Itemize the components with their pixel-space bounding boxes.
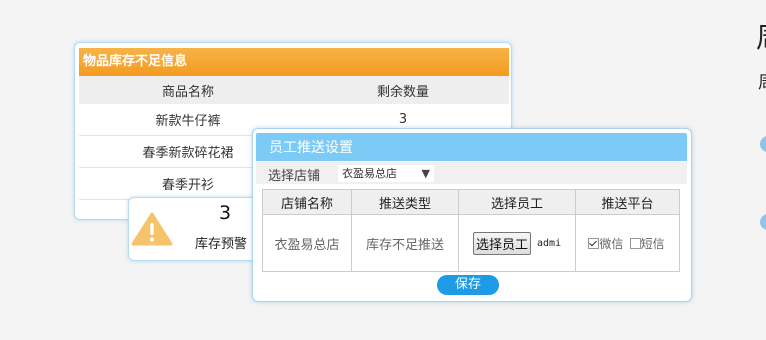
select-employee-cell: 选择员工 admi bbox=[458, 214, 576, 272]
edge-circle-icon bbox=[760, 214, 766, 230]
warning-triangle-icon bbox=[131, 212, 173, 246]
dropdown-arrow-icon: ▼ bbox=[421, 167, 430, 180]
table-row: 衣盈易总店 库存不足推送 选择员工 admi 微信 短信 bbox=[262, 214, 680, 272]
page: 周 周 物品库存不足信息 商品名称 剩余数量 新款牛仔裤 3 春季新款碎花裙 bbox=[0, 0, 766, 340]
table-header-row: 商品名称 剩余数量 bbox=[79, 76, 509, 104]
selected-employee-name: admi bbox=[537, 237, 562, 249]
store-filter-row: 选择店铺 衣盈易总店 ▼ bbox=[256, 162, 687, 184]
sms-checkbox-label: 短信 bbox=[640, 236, 665, 251]
save-button[interactable]: 保存 bbox=[437, 275, 499, 295]
push-type-cell: 库存不足推送 bbox=[351, 214, 459, 272]
push-settings-title: 员工推送设置 bbox=[256, 133, 687, 161]
store-select-dropdown[interactable]: 衣盈易总店 ▼ bbox=[338, 165, 434, 182]
stock-warning-label: 库存预警 bbox=[195, 237, 248, 252]
column-header-product-name: 商品名称 bbox=[79, 76, 297, 104]
column-header-push-platform: 推送平台 bbox=[575, 189, 680, 215]
low-stock-panel-title: 物品库存不足信息 bbox=[79, 48, 509, 76]
store-select-label: 选择店铺 bbox=[268, 169, 321, 184]
sms-checkbox[interactable] bbox=[629, 237, 641, 249]
column-header-remaining-qty: 剩余数量 bbox=[297, 76, 509, 104]
store-name-cell: 衣盈易总店 bbox=[262, 214, 352, 272]
select-employee-button[interactable]: 选择员工 bbox=[473, 231, 532, 255]
store-select-value: 衣盈易总店 bbox=[342, 167, 397, 180]
edge-heading-fragment: 周 bbox=[756, 16, 766, 56]
wechat-checkbox-label: 微信 bbox=[599, 236, 624, 251]
column-header-store-name: 店铺名称 bbox=[262, 189, 352, 215]
edge-subheading-fragment: 周 bbox=[758, 68, 766, 93]
column-header-select-employee: 选择员工 bbox=[458, 189, 576, 215]
push-settings-table: 店铺名称 推送类型 选择员工 推送平台 衣盈易总店 库存不足推送 选择员工 adm… bbox=[262, 189, 680, 272]
column-header-push-type: 推送类型 bbox=[351, 189, 459, 215]
employee-push-settings-panel: 员工推送设置 选择店铺 衣盈易总店 ▼ 店铺名称 推送类型 选择员工 推送平台 … bbox=[252, 128, 692, 302]
table-header-row: 店铺名称 推送类型 选择员工 推送平台 bbox=[262, 189, 680, 215]
stock-warning-count: 3 bbox=[218, 202, 232, 224]
edge-circle-icon bbox=[760, 136, 766, 152]
wechat-checkbox[interactable] bbox=[588, 237, 600, 249]
stock-warning-card[interactable]: 3 库存预警 bbox=[128, 197, 264, 261]
push-platform-cell: 微信 短信 bbox=[575, 214, 680, 272]
